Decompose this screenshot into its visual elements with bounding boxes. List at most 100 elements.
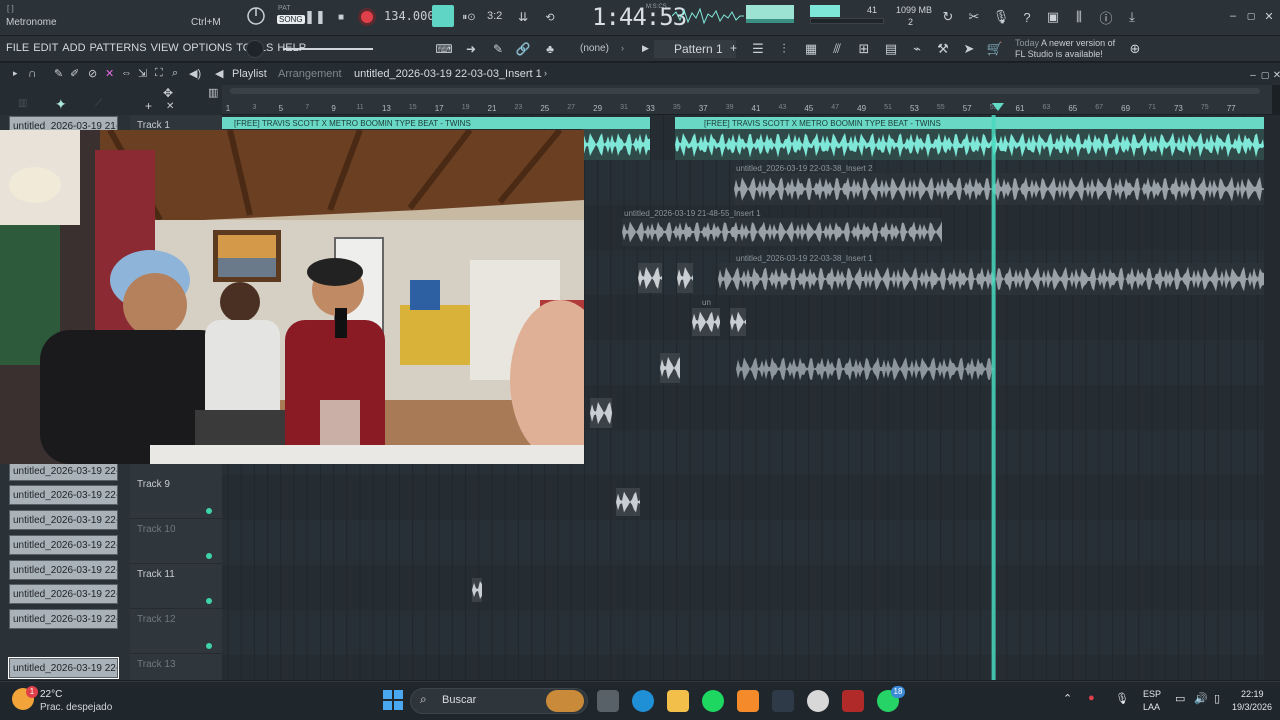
master-volume-slider[interactable]: [283, 48, 373, 50]
winrar-icon[interactable]: [842, 690, 864, 712]
pat-mode-label[interactable]: PAT: [278, 5, 291, 12]
info-icon[interactable]: ⓘ: [1095, 6, 1117, 28]
plugin-icon[interactable]: ♣: [539, 38, 561, 60]
piano-icon[interactable]: ⌨: [433, 38, 455, 60]
add-pattern-icon[interactable]: +: [730, 41, 737, 55]
weather-description[interactable]: Prac. despejado: [40, 702, 112, 713]
steam-icon[interactable]: [772, 690, 794, 712]
metronome-button[interactable]: [432, 5, 454, 27]
refresh-icon[interactable]: ↻: [937, 6, 959, 28]
news-panel[interactable]: Today A newer version of FL Studio is av…: [1015, 38, 1125, 60]
track-header-9[interactable]: Track 9: [130, 474, 222, 519]
playlist-arrow-icon[interactable]: ▸: [13, 68, 18, 79]
tempo-display[interactable]: 134.000: [384, 9, 435, 23]
blend-notes-icon[interactable]: ⇊: [512, 6, 534, 28]
picker-item-selected[interactable]: untitled_2026-03-19 22-...: [8, 657, 119, 679]
help-icon[interactable]: ?: [1016, 6, 1038, 28]
piano-roll-icon[interactable]: ▦: [800, 38, 822, 60]
playlist-icon[interactable]: ☰: [747, 38, 769, 60]
mute-icon[interactable]: ✕: [105, 67, 114, 80]
edge-icon[interactable]: [632, 690, 654, 712]
slip-icon[interactable]: ⇔: [121, 67, 132, 79]
track-header-12[interactable]: Track 12: [130, 609, 222, 654]
menu-add[interactable]: ADD: [62, 42, 85, 54]
clock-date[interactable]: 19/3/2026: [1232, 702, 1272, 712]
mixer-icon[interactable]: ⫼: [1068, 6, 1090, 28]
step-display[interactable]: 3:2: [487, 10, 502, 22]
picker-item[interactable]: untitled_2026-03-19 22-...: [9, 584, 118, 604]
track-header-10[interactable]: Track 10: [130, 519, 222, 564]
close-window-icon[interactable]: ✕: [1258, 5, 1280, 27]
language-indicator[interactable]: ESP: [1143, 689, 1161, 699]
fl-studio-icon[interactable]: [737, 690, 759, 712]
picker-item[interactable]: untitled_2026-03-19 22-...: [9, 461, 118, 481]
playhead-marker-icon[interactable]: [992, 103, 1004, 111]
playlist-menu-icon[interactable]: ◀: [215, 67, 223, 80]
arrow-right-icon[interactable]: ➜: [460, 38, 482, 60]
send-icon[interactable]: ➤: [958, 38, 980, 60]
save-icon[interactable]: ▣: [1042, 6, 1064, 28]
task-view-icon[interactable]: [597, 690, 619, 712]
delete-icon[interactable]: ⊘: [88, 67, 97, 80]
keyboard-layout-indicator[interactable]: LAA: [1143, 702, 1160, 712]
picker-item[interactable]: untitled_2026-03-19 22-...: [9, 535, 118, 555]
mixer-window-icon[interactable]: ⫻: [826, 38, 848, 60]
clip-arrow-icon[interactable]: ›: [544, 68, 547, 78]
loop-record-icon[interactable]: ⟲: [539, 6, 561, 28]
add-track-icon[interactable]: +: [145, 99, 152, 113]
tools-icon[interactable]: ⚒: [932, 38, 954, 60]
brush-icon[interactable]: ✎: [487, 38, 509, 60]
stop-icon[interactable]: ■: [330, 6, 352, 28]
playlist-subtitle[interactable]: Arrangement: [278, 68, 342, 80]
file-explorer-icon[interactable]: [667, 690, 689, 712]
midi-input-label[interactable]: (none): [580, 43, 609, 54]
track-tools-icon[interactable]: ✥: [163, 86, 173, 100]
playlist-close-icon[interactable]: ✕: [1266, 64, 1280, 86]
window-menu-icon[interactable]: [ ]: [7, 4, 14, 13]
menu-view[interactable]: VIEW: [151, 42, 179, 54]
pattern-selector[interactable]: Pattern 1: [654, 40, 736, 58]
menu-edit[interactable]: EDIT: [33, 42, 58, 54]
browser-icon[interactable]: ⊞: [853, 38, 875, 60]
picker-automation-icon[interactable]: ⟋: [95, 98, 102, 109]
windows-start-icon[interactable]: [383, 690, 403, 710]
tray-app-icon[interactable]: ●: [1088, 692, 1095, 704]
pencil-icon[interactable]: ✎: [54, 67, 63, 80]
arrow-small-icon[interactable]: ›: [621, 43, 624, 53]
paint-icon[interactable]: ✐: [70, 67, 79, 80]
channel-rack-icon[interactable]: ⫶: [773, 38, 795, 60]
main-volume-knob-icon[interactable]: [245, 5, 267, 27]
magnet-icon[interactable]: ∩: [28, 66, 37, 80]
track-mode-icon[interactable]: ▥: [208, 86, 218, 99]
select-icon[interactable]: ⛶: [155, 67, 163, 80]
picker-item[interactable]: untitled_2026-03-19 22-...: [9, 485, 118, 505]
play-small-icon[interactable]: ▶: [642, 43, 649, 54]
track-header-11[interactable]: Track 11: [130, 564, 222, 609]
weather-temperature[interactable]: 22°C: [40, 689, 62, 700]
vertical-scrollbar[interactable]: [1264, 115, 1280, 680]
network-icon[interactable]: ▭: [1175, 692, 1185, 705]
tray-chevron-icon[interactable]: ⌃: [1063, 692, 1072, 705]
picker-pattern-icon[interactable]: ▥: [18, 98, 27, 109]
zoom-icon[interactable]: ⌕: [172, 67, 178, 80]
cut-tool-icon[interactable]: ✂: [963, 6, 985, 28]
pause-icon[interactable]: ❚❚: [304, 6, 326, 28]
master-pitch-knob[interactable]: [246, 40, 264, 58]
playback-icon[interactable]: ◀): [189, 67, 201, 80]
cart-icon[interactable]: 🛒: [984, 38, 1006, 60]
record-button[interactable]: [358, 8, 376, 26]
tray-mic-icon[interactable]: 🎙: [1115, 692, 1129, 705]
slice-icon[interactable]: ⇲: [138, 67, 147, 80]
picker-item[interactable]: untitled_2026-03-19 22-...: [9, 560, 118, 580]
link-icon[interactable]: 🔗: [512, 38, 534, 60]
plug-icon[interactable]: ⌁: [906, 38, 928, 60]
obs-icon[interactable]: [807, 690, 829, 712]
song-mode-toggle[interactable]: SONG: [277, 15, 305, 24]
download-icon[interactable]: ⤓: [1121, 6, 1143, 28]
volume-icon[interactable]: 🔊: [1194, 692, 1208, 705]
globe-icon[interactable]: ⊕: [1124, 38, 1146, 60]
wait-input-icon[interactable]: ⏸⊙: [458, 6, 480, 28]
file-icon[interactable]: ▤: [880, 38, 902, 60]
track-active-led[interactable]: [206, 553, 212, 559]
track-active-led[interactable]: [206, 508, 212, 514]
